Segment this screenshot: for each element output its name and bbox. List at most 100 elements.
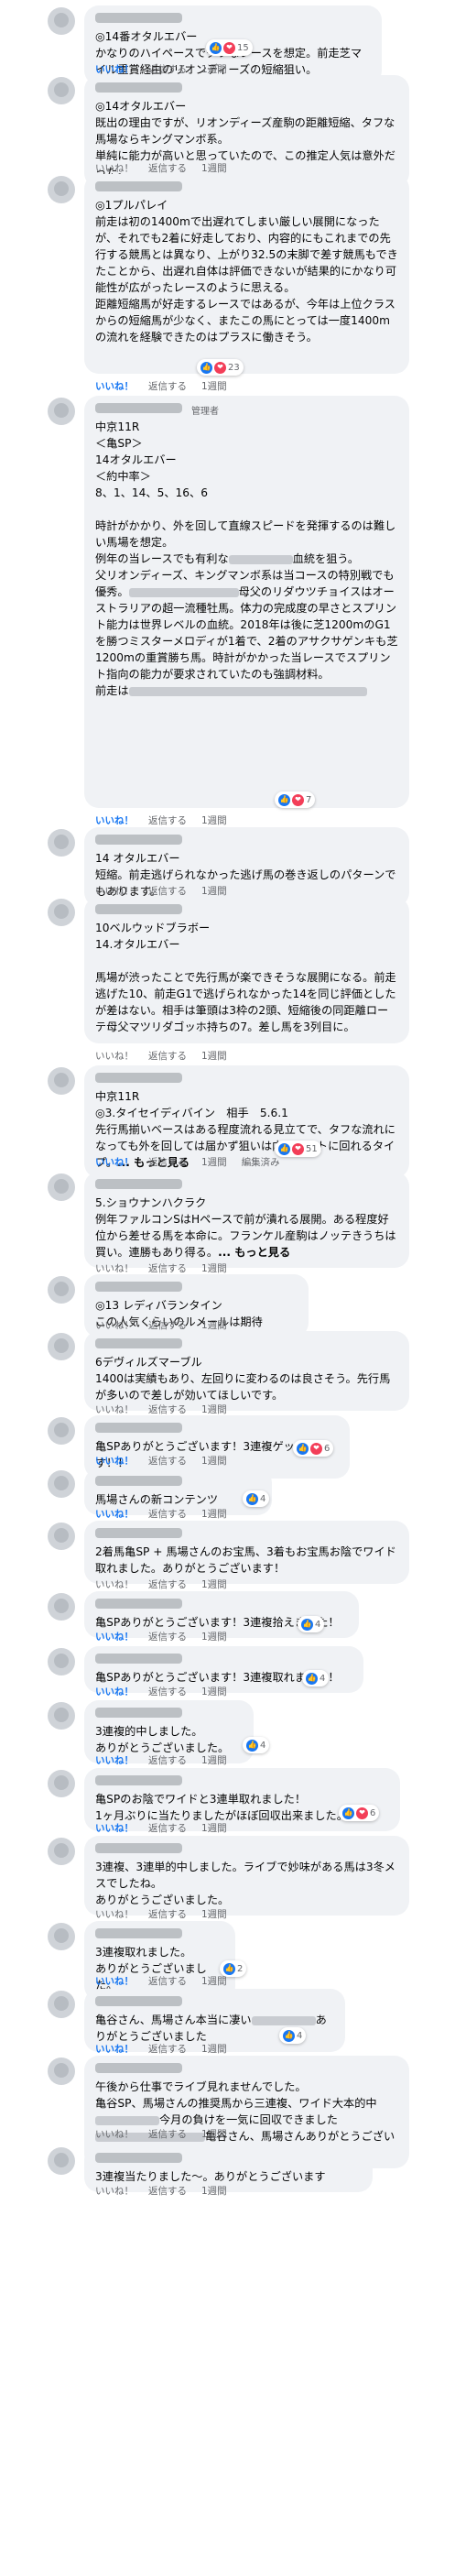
author-name[interactable] <box>95 1528 182 1538</box>
reply-button[interactable]: 返信する <box>148 1821 187 1835</box>
like-button[interactable]: いいね！ <box>95 379 134 393</box>
avatar[interactable] <box>48 829 75 857</box>
avatar[interactable] <box>48 77 75 104</box>
reply-button[interactable]: 返信する <box>148 1454 187 1468</box>
avatar[interactable] <box>48 176 75 203</box>
timestamp[interactable]: 1週間 <box>201 1049 227 1063</box>
timestamp[interactable]: 1週間 <box>201 1155 227 1169</box>
reply-button[interactable]: 返信する <box>148 1507 187 1521</box>
timestamp[interactable]: 1週間 <box>201 161 227 175</box>
author-name[interactable] <box>95 403 182 413</box>
see-more-link[interactable]: ... もっと見る <box>218 1246 290 1259</box>
like-button[interactable]: いいね！ <box>95 1630 134 1643</box>
author-name[interactable] <box>95 1599 182 1609</box>
author-name[interactable] <box>95 82 182 93</box>
like-button[interactable]: いいね！ <box>95 1974 134 1988</box>
like-button[interactable]: いいね！ <box>95 1753 134 1767</box>
avatar[interactable] <box>48 1702 75 1730</box>
avatar[interactable] <box>48 899 75 926</box>
timestamp[interactable]: 1週間 <box>201 1454 227 1468</box>
reaction-count[interactable]: 👍 ❤ 7 <box>275 791 316 808</box>
like-button[interactable]: いいね！ <box>95 1821 134 1835</box>
like-button[interactable]: いいね！ <box>95 1685 134 1698</box>
avatar[interactable] <box>48 1333 75 1360</box>
author-name[interactable] <box>95 2063 182 2073</box>
timestamp[interactable]: 1週間 <box>201 1753 227 1767</box>
reply-button[interactable]: 返信する <box>148 2127 187 2141</box>
avatar[interactable] <box>48 1991 75 2018</box>
timestamp[interactable]: 1週間 <box>201 1685 227 1698</box>
timestamp[interactable]: 1週間 <box>201 1630 227 1643</box>
like-button[interactable]: いいね！ <box>95 1907 134 1921</box>
avatar[interactable] <box>48 1593 75 1621</box>
timestamp[interactable]: 1週間 <box>201 884 227 898</box>
author-name[interactable] <box>95 835 182 845</box>
avatar[interactable] <box>48 2147 75 2175</box>
author-name[interactable] <box>95 1996 182 2006</box>
reply-button[interactable]: 返信する <box>148 1155 187 1169</box>
reaction-count[interactable]: 👍 ❤ 15 <box>206 39 253 56</box>
timestamp[interactable]: 1週間 <box>201 2184 227 2198</box>
reaction-count[interactable]: 👍 4 <box>298 1616 325 1632</box>
like-button[interactable]: いいね！ <box>95 1261 134 1275</box>
like-button[interactable]: いいね！ <box>95 1155 134 1169</box>
like-button[interactable]: いいね！ <box>95 813 134 827</box>
avatar[interactable] <box>48 398 75 425</box>
reaction-count[interactable]: 👍 4 <box>302 1670 330 1686</box>
reaction-count[interactable]: 👍 ❤ 6 <box>293 1440 334 1457</box>
reply-button[interactable]: 返信する <box>148 1685 187 1698</box>
author-name[interactable] <box>95 1073 182 1083</box>
like-button[interactable]: いいね！ <box>95 1507 134 1521</box>
reply-button[interactable]: 返信する <box>148 2184 187 2198</box>
like-button[interactable]: いいね！ <box>95 1403 134 1416</box>
author-name[interactable] <box>95 13 182 23</box>
timestamp[interactable]: 1週間 <box>201 1907 227 1921</box>
reply-button[interactable]: 返信する <box>148 161 187 175</box>
reply-button[interactable]: 返信する <box>148 1403 187 1416</box>
avatar[interactable] <box>48 1470 75 1498</box>
like-button[interactable]: いいね！ <box>95 1318 134 1332</box>
author-name[interactable] <box>95 1775 182 1785</box>
reaction-count[interactable]: 👍 4 <box>279 2027 307 2044</box>
reaction-count[interactable]: 👍 4 <box>243 1737 270 1753</box>
reaction-count[interactable]: 👍 ❤ 6 <box>339 1805 380 1821</box>
reply-button[interactable]: 返信する <box>148 1974 187 1988</box>
author-name[interactable] <box>95 1423 182 1433</box>
author-name[interactable] <box>95 1476 182 1486</box>
author-name[interactable] <box>95 904 182 914</box>
reaction-count[interactable]: 👍 ❤ 23 <box>197 359 244 376</box>
avatar[interactable] <box>48 1770 75 1797</box>
author-name[interactable] <box>95 1338 182 1348</box>
author-name[interactable] <box>95 1179 182 1189</box>
timestamp[interactable]: 1週間 <box>201 2042 227 2056</box>
timestamp[interactable]: 1週間 <box>201 1821 227 1835</box>
timestamp[interactable]: 1週間 <box>201 1403 227 1416</box>
reply-button[interactable]: 返信する <box>148 62 187 76</box>
like-button[interactable]: いいね！ <box>95 161 134 175</box>
author-name[interactable] <box>95 1654 182 1664</box>
reply-button[interactable]: 返信する <box>148 1630 187 1643</box>
author-name[interactable] <box>95 1282 182 1292</box>
avatar[interactable] <box>48 1417 75 1445</box>
timestamp[interactable]: 1週間 <box>201 1577 227 1591</box>
reply-button[interactable]: 返信する <box>148 1261 187 1275</box>
author-name[interactable] <box>95 2153 182 2163</box>
author-name[interactable] <box>95 1708 182 1718</box>
timestamp[interactable]: 1週間 <box>201 1507 227 1521</box>
reply-button[interactable]: 返信する <box>148 1049 187 1063</box>
timestamp[interactable]: 1週間 <box>201 1974 227 1988</box>
like-button[interactable]: いいね！ <box>95 884 134 898</box>
avatar[interactable] <box>48 1067 75 1095</box>
author-name[interactable] <box>95 1843 182 1853</box>
timestamp[interactable]: 1週間 <box>201 1318 227 1332</box>
timestamp[interactable]: 1週間 <box>201 379 227 393</box>
reply-button[interactable]: 返信する <box>148 1577 187 1591</box>
author-name[interactable] <box>95 181 182 191</box>
avatar[interactable] <box>48 2058 75 2085</box>
timestamp[interactable]: 1週間 <box>201 2127 227 2141</box>
avatar[interactable] <box>48 1523 75 1550</box>
timestamp[interactable]: 1週間 <box>201 1261 227 1275</box>
timestamp[interactable]: 1週間 <box>201 62 227 76</box>
avatar[interactable] <box>48 1923 75 1950</box>
reply-button[interactable]: 返信する <box>148 1753 187 1767</box>
